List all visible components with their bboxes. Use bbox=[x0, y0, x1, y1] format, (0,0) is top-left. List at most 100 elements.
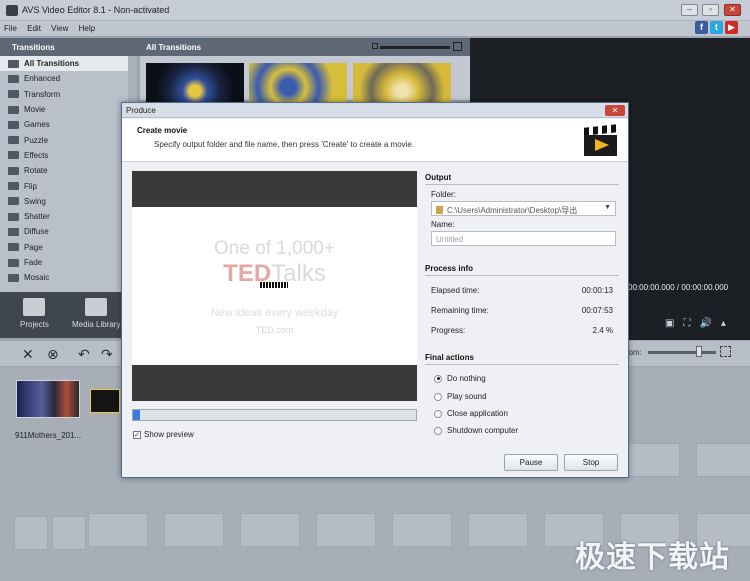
transition-thumbnail[interactable] bbox=[146, 63, 244, 103]
radio-shutdown-computer[interactable]: Shutdown computer bbox=[434, 426, 518, 435]
folder-icon bbox=[8, 182, 19, 191]
fullscreen-icon[interactable]: ⛶ bbox=[683, 318, 690, 329]
menu-edit[interactable]: Edit bbox=[23, 21, 45, 33]
media-library-label: Media Library bbox=[72, 320, 121, 329]
folder-label: Folder: bbox=[431, 190, 456, 199]
stop-button[interactable]: Stop bbox=[564, 454, 618, 471]
folder-icon bbox=[8, 105, 19, 114]
volume-icon[interactable]: 🔊 bbox=[699, 318, 711, 329]
dialog-close-button[interactable]: ✕ bbox=[605, 105, 625, 116]
dialog-title: Produce bbox=[126, 106, 156, 115]
video-clip-thumbnail[interactable] bbox=[16, 380, 80, 418]
transition-slot[interactable] bbox=[90, 389, 120, 413]
show-preview-label: Show preview bbox=[144, 430, 194, 439]
menu-bar: File Edit View Help bbox=[0, 21, 750, 36]
projects-label: Projects bbox=[20, 320, 49, 329]
final-actions-section-title: Final actions bbox=[425, 353, 474, 362]
elapsed-time-row: Elapsed time: 00:00:13 bbox=[431, 286, 613, 295]
radio-close-application[interactable]: Close application bbox=[434, 409, 508, 418]
folder-value: C:\Users\Administrator\Desktop\导出 bbox=[447, 206, 578, 215]
menu-arrow-icon[interactable]: ▴ bbox=[721, 318, 726, 329]
pause-button[interactable]: Pause bbox=[504, 454, 558, 471]
folder-icon bbox=[8, 90, 19, 99]
clapper-icon bbox=[23, 298, 46, 316]
transition-thumbnail[interactable] bbox=[249, 63, 347, 103]
folder-icon bbox=[436, 206, 443, 214]
transition-category-label: Diffuse bbox=[24, 227, 49, 237]
transitions-panel-header: Transitions bbox=[0, 38, 140, 56]
projects-button[interactable]: Projects bbox=[20, 298, 49, 329]
transition-thumbnail[interactable] bbox=[353, 63, 451, 103]
transition-category-item[interactable]: Enhanced bbox=[0, 71, 137, 86]
folder-icon bbox=[8, 258, 19, 267]
folder-icon bbox=[8, 197, 19, 206]
menu-view[interactable]: View bbox=[47, 21, 72, 33]
transition-category-label: Games bbox=[24, 120, 50, 130]
undo-icon[interactable]: ↶ bbox=[78, 346, 90, 363]
transition-category-label: Enhanced bbox=[24, 74, 61, 84]
transitions-category-list: All Transitions Enhanced Transform Movie Gam… bbox=[0, 56, 137, 292]
transition-category-item[interactable]: Effects bbox=[0, 148, 137, 163]
transition-category-item[interactable]: Fade bbox=[0, 255, 137, 270]
folder-select[interactable]: C:\Users\Administrator\Desktop\导出 ▼ bbox=[431, 201, 616, 216]
transition-category-item[interactable]: Rotate bbox=[0, 163, 137, 178]
transition-category-item[interactable]: Movie bbox=[0, 102, 137, 117]
timeline-zoom-slider[interactable] bbox=[648, 351, 716, 354]
transition-category-item[interactable]: Mosaic bbox=[0, 270, 137, 285]
timeline-zoom-knob[interactable] bbox=[696, 346, 702, 357]
facebook-icon[interactable]: f bbox=[695, 21, 708, 34]
twitter-icon[interactable]: t bbox=[710, 21, 723, 34]
close-button[interactable]: ✕ bbox=[724, 4, 741, 16]
checkbox-box[interactable]: ✓ bbox=[133, 430, 141, 439]
storyboard-empty-slot bbox=[14, 516, 48, 550]
radio-do-nothing[interactable]: Do nothing bbox=[434, 374, 486, 383]
folder-icon bbox=[8, 273, 19, 282]
media-library-button[interactable]: Media Library bbox=[72, 298, 120, 329]
name-input[interactable]: Untitled bbox=[431, 231, 616, 246]
transition-category-item[interactable]: Transform bbox=[0, 87, 137, 102]
thumb-size-slider[interactable] bbox=[380, 46, 450, 49]
preview-text-line4: TED.com bbox=[255, 325, 294, 335]
folder-icon bbox=[8, 243, 19, 252]
dialog-heading: Create movie bbox=[137, 126, 188, 135]
film-icon bbox=[85, 298, 108, 316]
folder-icon bbox=[8, 136, 19, 145]
produce-dialog: Produce ✕ Create movie Specify output fo… bbox=[121, 102, 629, 478]
transition-category-item[interactable]: Puzzle bbox=[0, 132, 137, 147]
redo-icon[interactable]: ↷ bbox=[101, 346, 113, 363]
folder-icon bbox=[8, 166, 19, 175]
transition-category-item[interactable]: Swing bbox=[0, 194, 137, 209]
storyboard-empty-slot bbox=[88, 513, 148, 547]
transition-category-item[interactable]: All Transitions bbox=[0, 56, 137, 72]
delete-icon[interactable]: ✕ bbox=[22, 346, 34, 363]
process-section-title: Process info bbox=[425, 264, 474, 273]
thumb-size-large-icon[interactable] bbox=[453, 42, 462, 51]
app-icon bbox=[6, 5, 18, 16]
menu-file[interactable]: File bbox=[0, 21, 21, 33]
player-time: 00:00:00.000 / 00:00:00.000 bbox=[628, 283, 729, 292]
fit-to-window-icon[interactable] bbox=[720, 346, 731, 357]
youtube-icon[interactable]: ▶ bbox=[725, 21, 738, 34]
transition-category-item[interactable]: Shatter bbox=[0, 209, 137, 224]
maximize-button[interactable]: ▫ bbox=[702, 4, 719, 16]
transition-category-item[interactable]: Diffuse bbox=[0, 224, 137, 239]
minimize-button[interactable]: – bbox=[681, 4, 698, 16]
radio-play-sound[interactable]: Play sound bbox=[434, 392, 487, 401]
folder-icon bbox=[8, 74, 19, 83]
thumb-size-small-icon[interactable] bbox=[372, 43, 378, 49]
remove-all-icon[interactable]: ⊗ bbox=[47, 346, 59, 363]
show-preview-checkbox[interactable]: ✓ Show preview bbox=[133, 430, 194, 439]
video-clip-name: 911Mothers_201... bbox=[15, 431, 82, 440]
preview-text-line1: One of 1,000+ bbox=[214, 238, 335, 259]
chevron-down-icon[interactable]: ▼ bbox=[604, 204, 611, 211]
folder-icon bbox=[8, 227, 19, 236]
menu-help[interactable]: Help bbox=[75, 21, 99, 33]
transition-category-item[interactable]: Flip bbox=[0, 178, 137, 193]
transition-category-item[interactable]: Games bbox=[0, 117, 137, 132]
storyboard-empty-slot bbox=[164, 513, 224, 547]
storyboard-empty-slot bbox=[52, 516, 86, 550]
folder-icon bbox=[8, 151, 19, 160]
window-titlebar: AVS Video Editor 8.1 - Non-activated – ▫… bbox=[0, 0, 750, 21]
transition-category-item[interactable]: Page bbox=[0, 240, 137, 255]
snapshot-icon[interactable]: ▣ bbox=[665, 318, 674, 329]
